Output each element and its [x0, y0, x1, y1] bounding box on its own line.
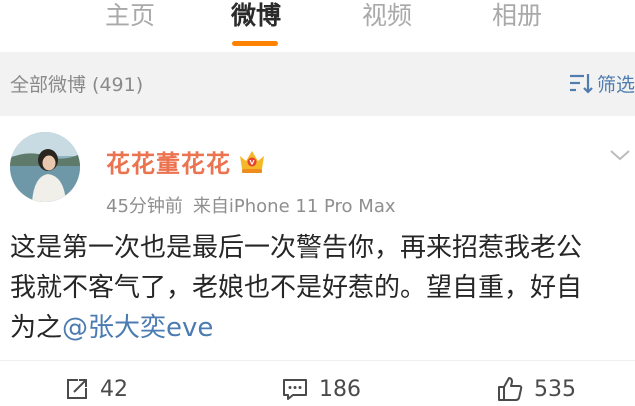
filter-label: 筛选 [596, 73, 635, 96]
post-content: 这是第一次也是最后一次警告你，再来招惹我老公 我就不客气了，老娘也不是好惹的。望… [10, 228, 628, 348]
profile-tabs: 主页 微博 视频 相册 [0, 0, 635, 52]
username-row: 花花董花花 V [106, 144, 267, 179]
tab-weibo[interactable]: 微博 [226, 0, 286, 36]
like-button[interactable]: 535 [496, 374, 576, 404]
filter-bar: 全部微博 (491) 筛选 [0, 52, 635, 116]
filter-button[interactable]: 筛选 [568, 68, 635, 98]
thumbs-up-icon [498, 377, 523, 401]
chevron-down-icon[interactable] [609, 148, 631, 162]
post-text-prefix: 为之 [10, 313, 63, 343]
svg-text:V: V [249, 159, 254, 167]
post-text-line: 为之@张大奕eve [10, 308, 628, 348]
repost-icon [67, 379, 87, 399]
filter-icon [569, 74, 593, 94]
weibo-count-label: 全部微博 (491) [10, 74, 144, 96]
active-tab-indicator [232, 41, 278, 46]
comment-count: 186 [319, 376, 361, 402]
like-count: 535 [534, 376, 576, 402]
tab-album[interactable]: 相册 [487, 0, 547, 36]
avatar[interactable] [10, 132, 80, 202]
post-text-line: 这是第一次也是最后一次警告你，再来招惹我老公 [10, 233, 583, 263]
post-source: 来自iPhone 11 Pro Max [192, 196, 396, 217]
divider [0, 360, 635, 361]
mention-link[interactable]: @张大奕eve [62, 313, 213, 343]
username[interactable]: 花花董花花 [106, 144, 231, 179]
post-text-line: 我就不客气了，老娘也不是好惹的。望自重，好自 [10, 273, 583, 303]
repost-count: 42 [100, 376, 128, 402]
comment-icon [283, 379, 307, 400]
tab-video[interactable]: 视频 [357, 0, 417, 36]
comment-button[interactable]: 186 [281, 374, 361, 404]
avatar-photo [10, 132, 80, 202]
vip-crown-icon: V [240, 151, 264, 173]
tab-home[interactable]: 主页 [100, 0, 160, 36]
post-meta: 45分钟前 来自iPhone 11 Pro Max [106, 192, 396, 218]
repost-button[interactable]: 42 [64, 374, 128, 404]
weibo-post: 花花董花花 V 45分钟前 来自iPhone 11 Pro Max 这是第一次也是… [0, 116, 635, 406]
post-time: 45分钟前 [106, 196, 183, 217]
